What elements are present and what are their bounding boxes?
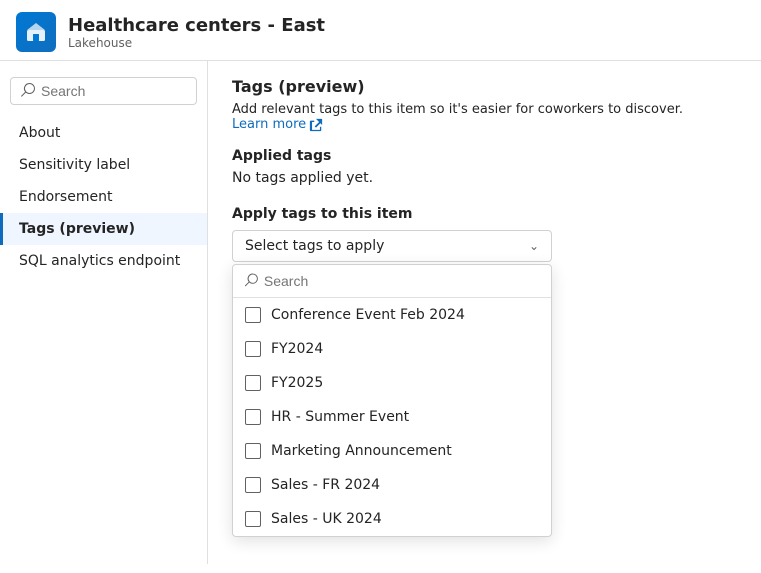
- external-link-icon: [309, 118, 323, 132]
- main-layout: AboutSensitivity labelEndorsementTags (p…: [0, 61, 761, 564]
- sidebar-item-about[interactable]: About: [0, 117, 207, 149]
- app-icon: [16, 12, 56, 52]
- checkbox-sales-fr[interactable]: [245, 477, 261, 493]
- dropdown-option-sales-uk[interactable]: Sales - UK 2024: [233, 502, 551, 536]
- sidebar-item-sql-analytics[interactable]: SQL analytics endpoint: [0, 245, 207, 277]
- dropdown-search-icon: [243, 273, 258, 289]
- section-description: Add relevant tags to this item so it's e…: [232, 102, 737, 132]
- checkbox-marketing[interactable]: [245, 443, 261, 459]
- tags-dropdown-panel: Conference Event Feb 2024 FY2024 FY2025 HR …: [232, 264, 552, 537]
- option-label-conf-event: Conference Event Feb 2024: [271, 307, 465, 323]
- option-label-hr-summer: HR - Summer Event: [271, 409, 409, 425]
- checkbox-hr-summer[interactable]: [245, 409, 261, 425]
- dropdown-option-marketing[interactable]: Marketing Announcement: [233, 434, 551, 468]
- option-label-sales-uk: Sales - UK 2024: [271, 511, 382, 527]
- sidebar-nav: AboutSensitivity labelEndorsementTags (p…: [0, 117, 207, 277]
- checkbox-sales-uk[interactable]: [245, 511, 261, 527]
- tags-dropdown-trigger[interactable]: Select tags to apply ⌄: [232, 230, 552, 262]
- header-text: Healthcare centers - East Lakehouse: [68, 15, 325, 50]
- no-tags-text: No tags applied yet.: [232, 170, 737, 186]
- page-title: Healthcare centers - East: [68, 15, 325, 36]
- option-label-fy2024: FY2024: [271, 341, 323, 357]
- checkbox-conf-event[interactable]: [245, 307, 261, 323]
- search-icon: [19, 83, 35, 99]
- apply-tags-label: Apply tags to this item: [232, 206, 737, 222]
- sidebar-search-box[interactable]: [10, 77, 197, 105]
- dropdown-option-fy2024[interactable]: FY2024: [233, 332, 551, 366]
- checkbox-fy2025[interactable]: [245, 375, 261, 391]
- tags-dropdown-wrapper: Select tags to apply ⌄ Conference Event …: [232, 230, 552, 262]
- dropdown-option-hr-summer[interactable]: HR - Summer Event: [233, 400, 551, 434]
- dropdown-option-conf-event[interactable]: Conference Event Feb 2024: [233, 298, 551, 332]
- sidebar-search-input[interactable]: [41, 83, 188, 99]
- app-header: Healthcare centers - East Lakehouse: [0, 0, 761, 61]
- option-label-sales-fr: Sales - FR 2024: [271, 477, 380, 493]
- main-content: Tags (preview) Add relevant tags to this…: [208, 61, 761, 564]
- option-label-marketing: Marketing Announcement: [271, 443, 452, 459]
- sidebar-item-tags-preview[interactable]: Tags (preview): [0, 213, 207, 245]
- option-label-fy2025: FY2025: [271, 375, 323, 391]
- checkbox-fy2024[interactable]: [245, 341, 261, 357]
- chevron-down-icon: ⌄: [529, 239, 539, 253]
- dropdown-option-sales-fr[interactable]: Sales - FR 2024: [233, 468, 551, 502]
- sidebar-item-endorsement[interactable]: Endorsement: [0, 181, 207, 213]
- learn-more-link[interactable]: Learn more: [232, 117, 323, 132]
- page-subtitle: Lakehouse: [68, 36, 325, 50]
- dropdown-search-box[interactable]: [233, 265, 551, 298]
- dropdown-options-list: Conference Event Feb 2024 FY2024 FY2025 HR …: [233, 298, 551, 536]
- applied-tags-label: Applied tags: [232, 148, 737, 164]
- dropdown-option-fy2025[interactable]: FY2025: [233, 366, 551, 400]
- dropdown-search-input[interactable]: [264, 273, 541, 289]
- sidebar-item-sensitivity-label[interactable]: Sensitivity label: [0, 149, 207, 181]
- section-title: Tags (preview): [232, 77, 737, 96]
- sidebar: AboutSensitivity labelEndorsementTags (p…: [0, 61, 208, 564]
- dropdown-placeholder: Select tags to apply: [245, 238, 384, 254]
